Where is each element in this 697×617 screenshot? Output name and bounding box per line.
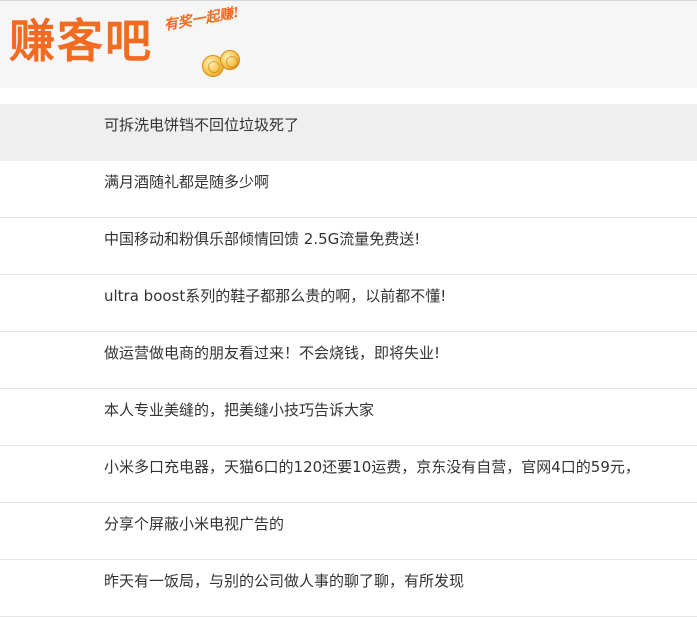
thread-link[interactable]: 小米多口充电器，天猫6口的120还要10运费，京东没有自营，官网4口的59元， xyxy=(0,446,697,503)
thread-link[interactable]: 分享个屏蔽小米电视广告的 xyxy=(0,503,697,560)
thread-link[interactable]: 可拆洗电饼铛不回位垃圾死了 xyxy=(0,104,697,161)
thread-link[interactable]: 满月酒随礼都是随多少啊 xyxy=(0,161,697,218)
thread-link[interactable]: 本人专业美缝的，把美缝小技巧告诉大家 xyxy=(0,389,697,446)
gold-coins-icon xyxy=(200,47,246,79)
logo-tagline: 有奖一起赚! xyxy=(162,4,241,34)
coin-icon xyxy=(220,50,240,70)
thread-link[interactable]: 做运营做电商的朋友看过来！不会烧钱，即将失业! xyxy=(0,332,697,389)
logo-link[interactable]: 赚客吧 有奖一起赚! xyxy=(0,1,260,88)
thread-link[interactable]: 中国移动和粉俱乐部倾情回馈 2.5G流量免费送! xyxy=(0,218,697,275)
thread-list: 可拆洗电饼铛不回位垃圾死了 满月酒随礼都是随多少啊 中国移动和粉俱乐部倾情回馈 … xyxy=(0,104,697,617)
site-header: 赚客吧 有奖一起赚! xyxy=(0,0,697,88)
thread-link[interactable]: 昨天有一饭局，与别的公司做人事的聊了聊，有所发现 xyxy=(0,560,697,617)
thread-link[interactable]: ultra boost系列的鞋子都那么贵的啊，以前都不懂! xyxy=(0,275,697,332)
logo-text: 赚客吧 xyxy=(9,14,153,68)
